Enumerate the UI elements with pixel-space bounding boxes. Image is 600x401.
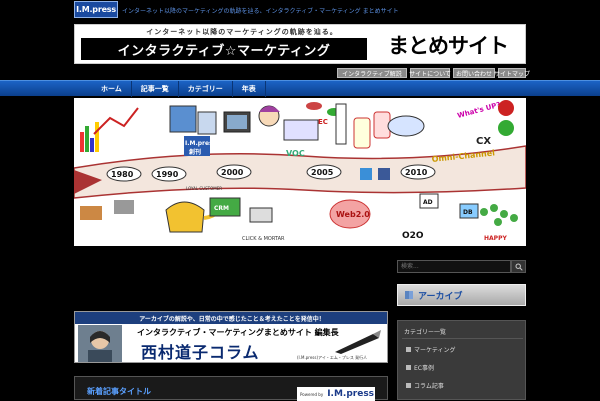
banner-year-2000: 2000 xyxy=(221,168,244,177)
column-banner-strip: アーカイブの解説や、日常の中で感じたこと＆考えたことを発信中！ xyxy=(75,312,387,324)
banner-magazine-sub: 創刊 xyxy=(188,148,201,156)
main-nav: ホーム 記事一覧 カテゴリー 年表 xyxy=(0,80,600,97)
archive-label: アーカイブ xyxy=(418,291,463,302)
banner-year-1990: 1990 xyxy=(156,170,179,179)
site-header[interactable]: インターネット以降のマーケティングの軌跡を辿る。 インタラクティブ☆マーケティン… xyxy=(74,24,526,64)
powered-by-text: Powered by xyxy=(300,391,324,397)
banner-whatsup-label: What's UP? xyxy=(456,101,501,120)
archive-book-icon xyxy=(405,291,413,299)
banner-happy-label: HAPPY xyxy=(484,235,507,242)
banner-click-label: CLICK & MORTAR xyxy=(242,236,285,242)
archive-link[interactable]: アーカイブ xyxy=(397,284,526,306)
banner-year-2005: 2005 xyxy=(311,168,334,177)
banner-cx-label: CX xyxy=(476,136,491,147)
banner-ad-label: AD xyxy=(423,199,433,206)
sublink-sitemap[interactable]: サイトマップ xyxy=(494,68,530,78)
nav-item-timeline[interactable]: 年表 xyxy=(233,81,266,97)
search-input[interactable] xyxy=(397,260,511,273)
editor-photo xyxy=(78,325,122,362)
category-item[interactable]: マーケティング xyxy=(406,345,456,354)
powered-by-logo: I.M.press xyxy=(327,389,375,399)
latest-article-box: 新着記事タイトル Powered by I.M.press xyxy=(74,376,388,401)
top-bar: I.M.press インターネット以降のマーケティングの軌跡を辿る、インタラクテ… xyxy=(0,0,600,20)
header-title-right: まとめサイト xyxy=(388,34,509,58)
pen-icon xyxy=(335,330,381,354)
search-button[interactable] xyxy=(511,260,526,273)
category-widget: カテゴリー一覧 マーケティング EC事例 コラム記事 xyxy=(397,320,526,400)
banner-web20-label: Web2.0 xyxy=(336,210,370,219)
nav-item-articles[interactable]: 記事一覧 xyxy=(132,81,179,97)
banner-year-1980: 1980 xyxy=(111,170,134,179)
powered-by-badge[interactable]: Powered by I.M.press xyxy=(297,387,375,401)
nav-item-categories[interactable]: カテゴリー xyxy=(179,81,233,97)
column-banner[interactable]: アーカイブの解説や、日常の中で感じたこと＆考えたことを発信中！ インタラクティブ… xyxy=(74,311,388,363)
category-divider xyxy=(402,338,523,339)
search-icon xyxy=(515,263,523,271)
header-sublinks: インタラクティブ解説 サイトについて お問い合わせ サイトマップ xyxy=(337,68,530,78)
site-logo-small[interactable]: I.M.press xyxy=(74,1,118,18)
site-tagline: インターネット以降のマーケティングの軌跡を辿る、インタラクティブ・マーケティング… xyxy=(122,8,399,15)
bullet-icon xyxy=(406,365,411,370)
column-banner-note: (I.M.press)アイ・エム・プレス 発行人 xyxy=(297,355,368,360)
header-subtitle: インターネット以降のマーケティングの軌跡を辿る。 xyxy=(146,28,338,36)
category-item[interactable]: EC事例 xyxy=(406,363,434,372)
banner-o2o-label: O2O xyxy=(402,231,424,241)
sublink-interactive[interactable]: インタラクティブ解説 xyxy=(337,68,407,78)
banner-magazine-label: I.M.press xyxy=(185,140,217,147)
category-item-label: EC事例 xyxy=(414,365,434,372)
category-item-label: コラム記事 xyxy=(414,383,444,390)
banner-illustration: I.M.press 創刊 VOC EC What's UP? CX Omni-C… xyxy=(74,100,526,242)
banner-voc-label: VOC xyxy=(286,149,305,158)
header-title: インタラクティブ☆マーケティング xyxy=(81,38,367,60)
latest-article-title[interactable]: 新着記事タイトル xyxy=(87,386,151,397)
nav-item-home[interactable]: ホーム xyxy=(92,81,132,97)
category-item-label: マーケティング xyxy=(414,347,456,354)
hero-banner[interactable]: I.M.press 創刊 VOC EC What's UP? CX Omni-C… xyxy=(74,98,526,246)
bullet-icon xyxy=(406,383,411,388)
column-banner-name: 西村道子コラム xyxy=(141,343,260,362)
column-banner-title: インタラクティブ・マーケティングまとめサイト 編集長 xyxy=(137,328,339,337)
sublink-contact[interactable]: お問い合わせ xyxy=(453,68,495,78)
banner-loyal-label: LOYAL CUSTOMER xyxy=(186,186,222,191)
banner-year-2010: 2010 xyxy=(405,168,428,177)
category-item[interactable]: コラム記事 xyxy=(406,381,444,390)
category-title: カテゴリー一覧 xyxy=(404,329,447,336)
search-widget xyxy=(397,260,526,273)
banner-ec-label: EC xyxy=(318,118,328,126)
banner-crm-label: CRM xyxy=(214,205,229,212)
banner-db-label: DB xyxy=(463,209,473,216)
sublink-about[interactable]: サイトについて xyxy=(409,68,451,78)
bullet-icon xyxy=(406,347,411,352)
